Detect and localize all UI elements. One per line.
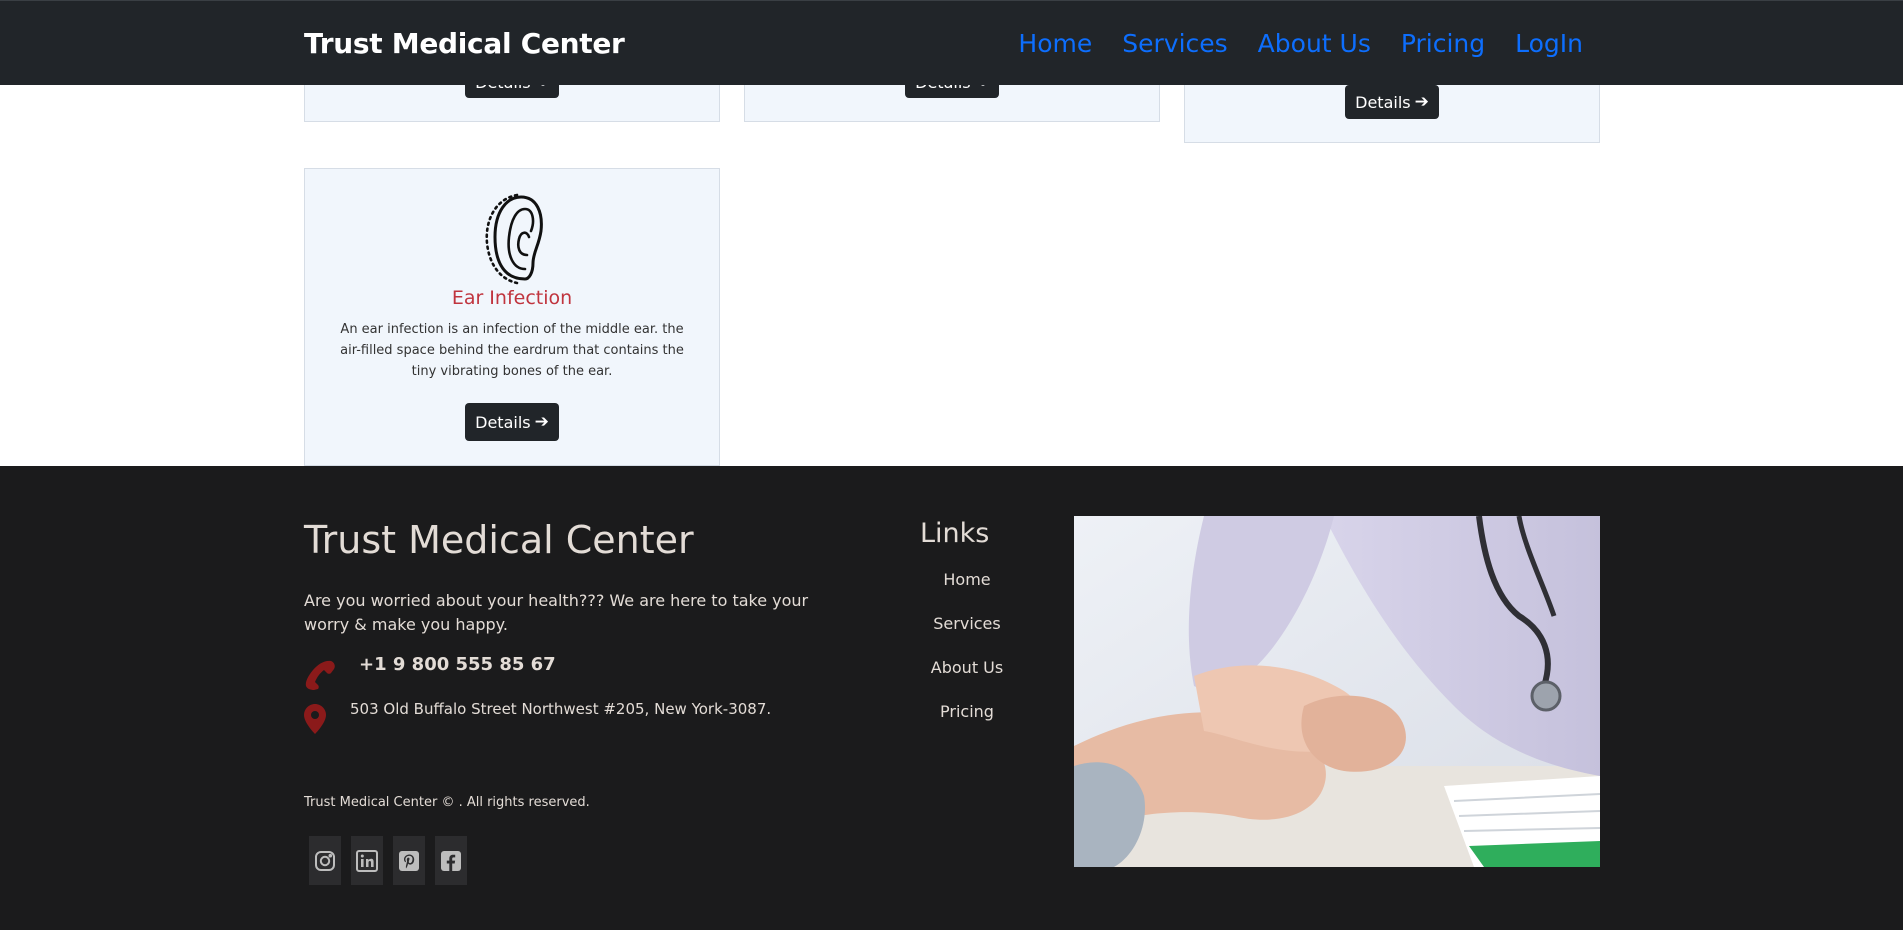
pinterest-icon[interactable] (393, 836, 425, 885)
doctor-holding-hands-image (1074, 516, 1600, 867)
details-button[interactable]: Details ➔ (1345, 85, 1439, 119)
page: Trust Medical Center Home Services About… (0, 0, 1903, 930)
arrow-right-icon: ➔ (1414, 92, 1429, 112)
phone-icon (305, 660, 335, 690)
arrow-right-icon: ➔ (534, 412, 549, 432)
footer-link-services[interactable]: Services (900, 614, 1034, 658)
nav-link-pricing[interactable]: Pricing (1401, 29, 1485, 58)
details-button[interactable]: Details ➔ (465, 403, 559, 441)
social-links (309, 836, 467, 885)
footer-link-pricing[interactable]: Pricing (900, 702, 1034, 746)
card-description: An ear infection is an infection of the … (340, 322, 684, 379)
footer-phone[interactable]: +1 9 800 555 85 67 (359, 654, 556, 675)
nav-link-login[interactable]: LogIn (1515, 29, 1583, 58)
footer: Trust Medical Center Are you worried abo… (0, 466, 1903, 930)
nav-link-home[interactable]: Home (1018, 29, 1092, 58)
nav-link-services[interactable]: Services (1122, 29, 1227, 58)
navbar-brand[interactable]: Trust Medical Center (304, 27, 625, 60)
details-label: Details (1355, 92, 1411, 112)
card-title: Ear Infection (451, 287, 573, 309)
nav-links: Home Services About Us Pricing LogIn (1018, 29, 1583, 58)
ear-infection-card: Ear Infection An ear infection is an inf… (304, 168, 720, 466)
linkedin-icon[interactable] (351, 836, 383, 885)
links-title: Links (920, 518, 990, 549)
location-pin-icon (304, 704, 326, 734)
footer-address: 503 Old Buffalo Street Northwest #205, N… (350, 700, 772, 718)
instagram-icon[interactable] (309, 836, 341, 885)
ear-icon (485, 193, 543, 285)
facebook-icon[interactable] (435, 836, 467, 885)
navbar: Trust Medical Center Home Services About… (0, 0, 1903, 85)
footer-title: Trust Medical Center (304, 518, 694, 562)
footer-link-about[interactable]: About Us (900, 658, 1034, 702)
nav-link-about[interactable]: About Us (1258, 29, 1371, 58)
footer-links: Home Services About Us Pricing (900, 570, 1034, 746)
details-label: Details (475, 412, 531, 432)
copyright: Trust Medical Center © . All rights rese… (304, 795, 590, 810)
footer-link-home[interactable]: Home (900, 570, 1034, 614)
footer-description: Are you worried about your health??? We … (304, 591, 809, 634)
